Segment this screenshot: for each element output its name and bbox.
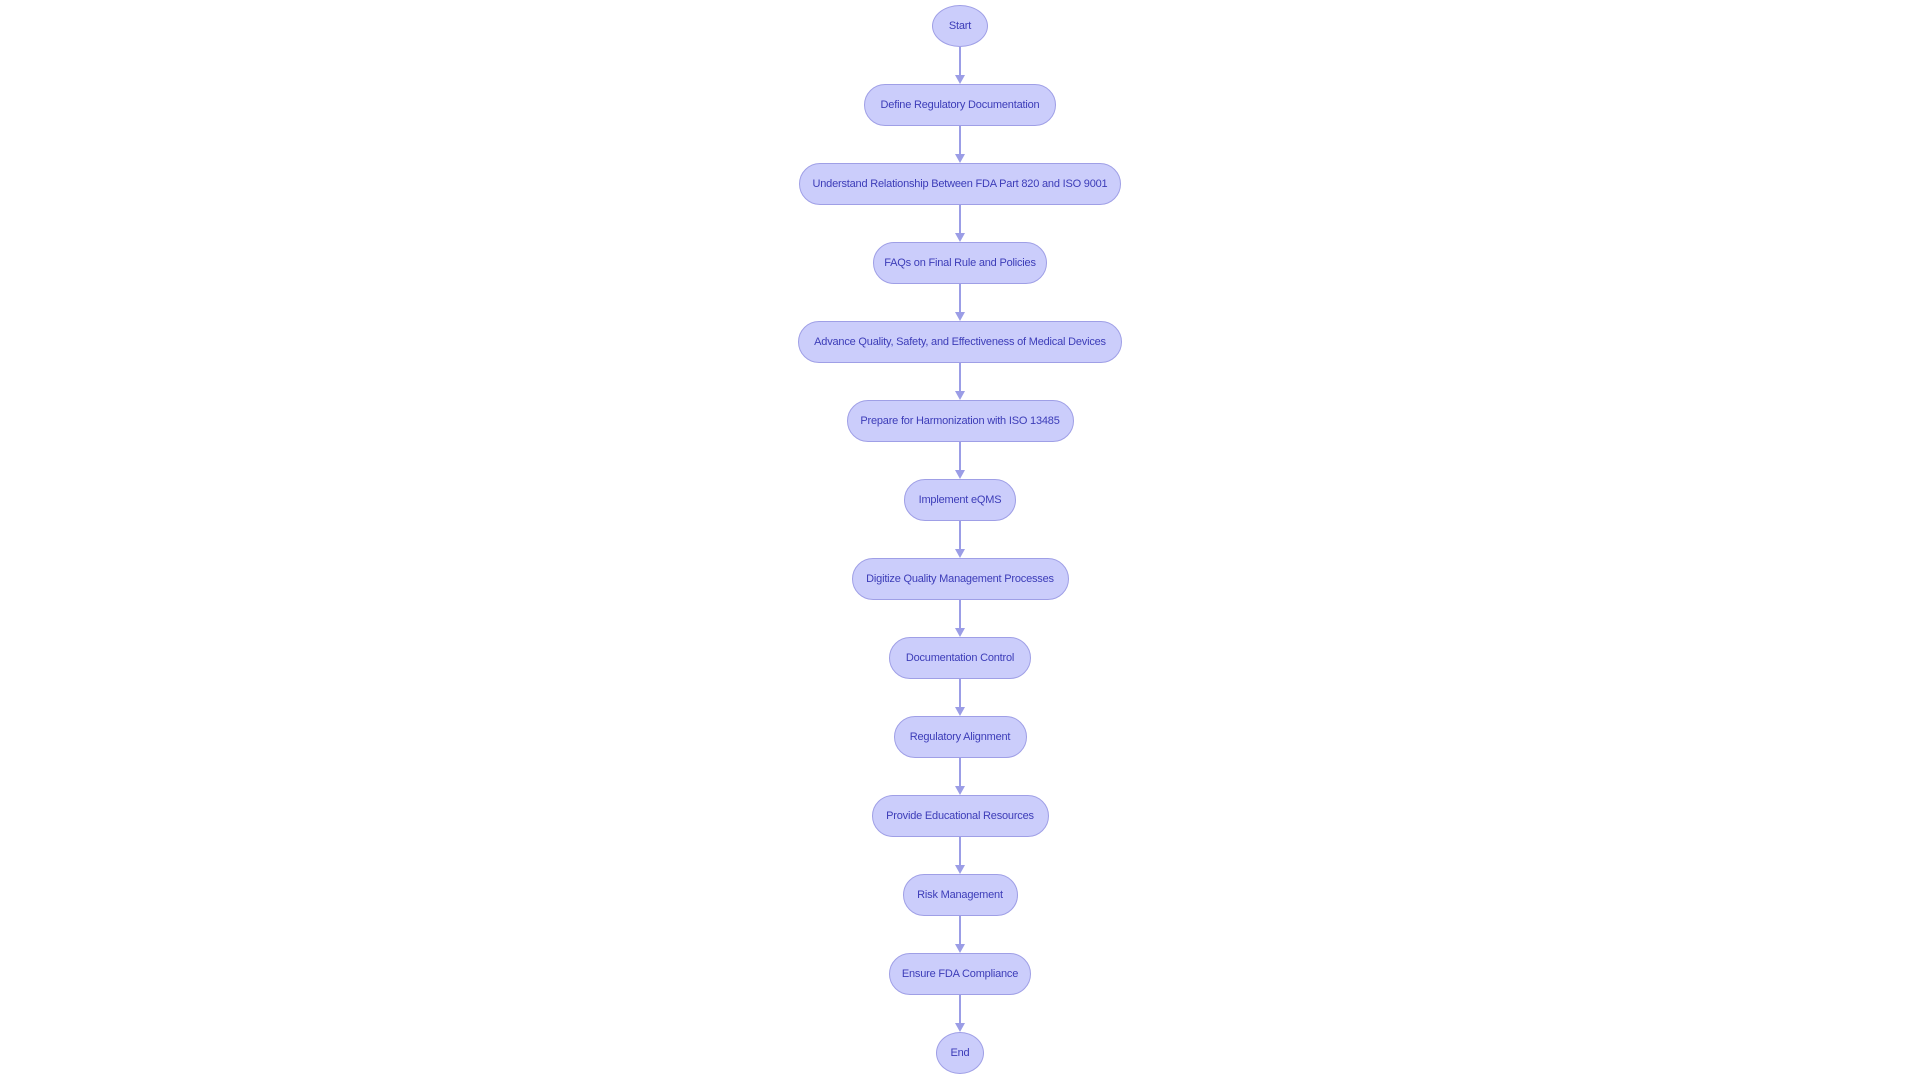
edge-prepare-to-implement bbox=[959, 442, 961, 471]
edge-risk-to-ensure bbox=[959, 916, 961, 945]
node-define: Define Regulatory Documentation bbox=[864, 84, 1056, 126]
node-implement: Implement eQMS bbox=[904, 479, 1016, 521]
edge-advance-to-prepare bbox=[959, 363, 961, 392]
arrowhead-icon bbox=[955, 233, 965, 242]
node-risk: Risk Management bbox=[902, 874, 1018, 916]
flowchart: Start Define Regulatory Documentation Unde… bbox=[0, 0, 1920, 1080]
node-start: Start bbox=[932, 5, 988, 47]
edge-define-to-understand bbox=[959, 126, 961, 155]
node-understand: Understand Relationship Between FDA Part… bbox=[799, 163, 1121, 205]
arrowhead-icon bbox=[955, 391, 965, 400]
arrowhead-icon bbox=[955, 944, 965, 953]
arrowhead-icon bbox=[955, 786, 965, 795]
node-regalign: Regulatory Alignment bbox=[893, 716, 1027, 758]
arrowhead-icon bbox=[955, 628, 965, 637]
edge-doccontrol-to-regalign bbox=[959, 679, 961, 708]
arrowhead-icon bbox=[955, 865, 965, 874]
edge-start-to-define bbox=[959, 47, 961, 76]
edge-understand-to-faqs bbox=[959, 205, 961, 234]
arrowhead-icon bbox=[955, 470, 965, 479]
node-provide: Provide Educational Resources bbox=[871, 795, 1049, 837]
node-end: End bbox=[936, 1032, 984, 1074]
arrowhead-icon bbox=[955, 1023, 965, 1032]
node-doccontrol: Documentation Control bbox=[889, 637, 1031, 679]
node-advance: Advance Quality, Safety, and Effectivene… bbox=[798, 321, 1122, 363]
node-digitize: Digitize Quality Management Processes bbox=[851, 558, 1069, 600]
edge-digitize-to-doccontrol bbox=[959, 600, 961, 629]
edge-implement-to-digitize bbox=[959, 521, 961, 550]
node-faqs: FAQs on Final Rule and Policies bbox=[873, 242, 1047, 284]
edge-ensure-to-end bbox=[959, 995, 961, 1024]
node-ensure: Ensure FDA Compliance bbox=[889, 953, 1031, 995]
node-prepare: Prepare for Harmonization with ISO 13485 bbox=[846, 400, 1074, 442]
arrowhead-icon bbox=[955, 154, 965, 163]
arrowhead-icon bbox=[955, 75, 965, 84]
edge-faqs-to-advance bbox=[959, 284, 961, 313]
arrowhead-icon bbox=[955, 312, 965, 321]
arrowhead-icon bbox=[955, 549, 965, 558]
edge-regalign-to-provide bbox=[959, 758, 961, 787]
arrowhead-icon bbox=[955, 707, 965, 716]
edge-provide-to-risk bbox=[959, 837, 961, 866]
